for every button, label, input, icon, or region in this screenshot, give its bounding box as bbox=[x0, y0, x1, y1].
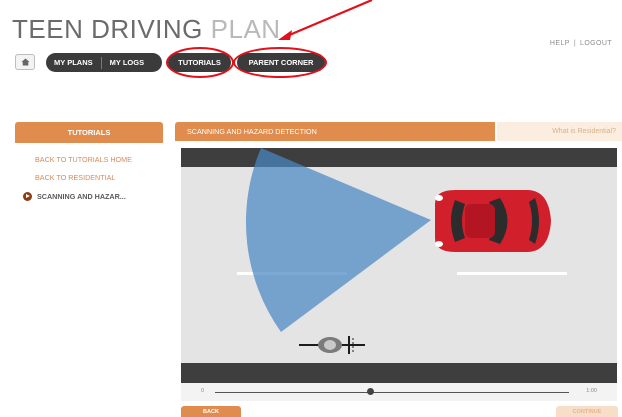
annotation-arrow bbox=[278, 0, 373, 40]
car-icon bbox=[435, 190, 551, 252]
timeline-track[interactable] bbox=[215, 392, 569, 393]
sidebar-link-tutorials-home[interactable]: BACK TO TUTORIALS HOME bbox=[35, 155, 132, 164]
timeline-thumb[interactable] bbox=[367, 388, 375, 395]
scene-bottom-band bbox=[181, 363, 617, 383]
continue-button[interactable]: CONTINUE bbox=[556, 406, 618, 417]
sidebar-current-label: SCANNING AND HAZAR... bbox=[37, 192, 126, 201]
content-heading: SCANNING AND HAZARD DETECTION bbox=[175, 122, 495, 141]
timeline-end: 1:00 bbox=[586, 388, 597, 394]
sidebar: BACK TO TUTORIALS HOME BACK TO RESIDENTI… bbox=[15, 143, 163, 417]
play-icon bbox=[23, 192, 32, 201]
back-button[interactable]: BACK bbox=[181, 406, 241, 417]
sidebar-heading: TUTORIALS bbox=[15, 122, 163, 143]
timeline-bar: 0 1:00 bbox=[181, 383, 617, 401]
what-is-residential-tab[interactable]: What is Residential? bbox=[497, 122, 622, 141]
sidebar-current-item[interactable]: SCANNING AND HAZAR... bbox=[23, 192, 126, 201]
bicycle-icon bbox=[299, 336, 365, 354]
sidebar-link-residential[interactable]: BACK TO RESIDENTIAL bbox=[35, 173, 115, 182]
timeline-start: 0 bbox=[201, 388, 205, 394]
app-root: TEEN DRIVING PLAN HELP | LOGOUT MY PLANS… bbox=[0, 0, 622, 417]
vision-cone bbox=[245, 148, 431, 332]
driving-scene bbox=[181, 148, 617, 383]
